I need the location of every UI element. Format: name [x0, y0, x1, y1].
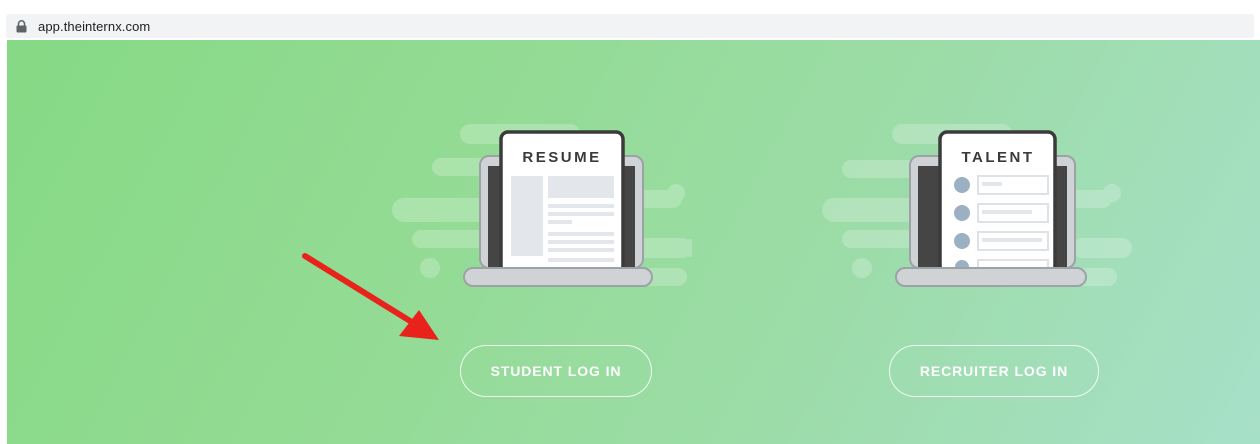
lock-icon [14, 18, 28, 34]
red-arrow-icon [297, 248, 457, 353]
resume-card-title: RESUME [522, 149, 601, 166]
recruiter-login-button[interactable]: RECRUITER LOG IN [889, 345, 1099, 397]
login-hero: RESUME TALENT STUDENT LOG IN RECRUITER L… [7, 40, 1260, 444]
student-login-button[interactable]: STUDENT LOG IN [460, 345, 652, 397]
talent-card-title: TALENT [961, 149, 1034, 166]
url-text: app.theinternx.com [38, 18, 151, 34]
browser-address-bar[interactable]: app.theinternx.com [6, 14, 1254, 38]
recruiter-illustration: TALENT [822, 118, 1132, 308]
